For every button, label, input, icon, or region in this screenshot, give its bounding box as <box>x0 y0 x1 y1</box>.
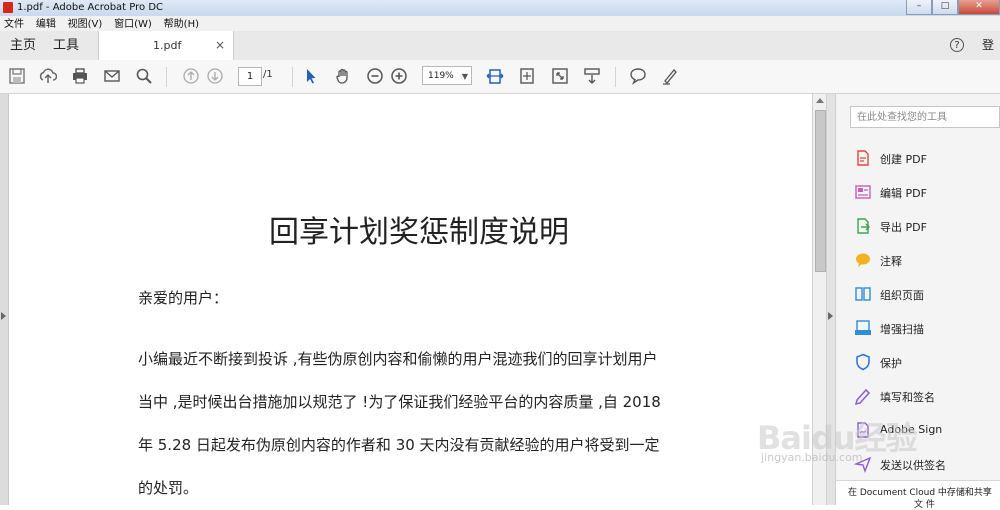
main-toolbar <box>0 60 1000 94</box>
fill-sign-icon <box>854 387 872 405</box>
tool-search-input[interactable]: 在此处查找您的工具 <box>850 106 1000 128</box>
scroll-up-icon[interactable] <box>816 98 824 103</box>
scroll-thumb[interactable] <box>815 110 826 272</box>
fit-page-icon[interactable] <box>518 67 536 85</box>
document-title: 回享计划奖惩制度说明 <box>269 215 569 250</box>
paragraph-line: 小编最近不断接到投诉 ,有些伪原创内容和偷懒的用户混迹我们的回享计划用户 <box>138 350 658 368</box>
export-pdf-icon <box>854 217 872 235</box>
edit-pdf-icon <box>854 183 872 201</box>
zoom-value: 119% <box>428 71 454 81</box>
minimize-button[interactable]: – <box>906 0 932 15</box>
zoom-out-icon[interactable] <box>366 67 384 85</box>
fit-width-icon[interactable] <box>486 67 504 85</box>
chevron-down-icon: ▼ <box>461 72 468 81</box>
comment-icon[interactable] <box>629 67 647 85</box>
tool-label: 保护 <box>880 357 902 370</box>
zoom-level-select[interactable]: 119% ▼ <box>422 66 472 85</box>
tool-fill-sign[interactable]: 填写和签名 <box>854 386 1000 408</box>
home-nav[interactable]: 主页 <box>10 31 36 60</box>
tool-label: 导出 PDF <box>880 221 927 234</box>
close-tab-icon[interactable]: × <box>215 38 225 52</box>
menu-bar: 文件 编辑 视图(V) 窗口(W) 帮助(H) <box>0 16 1000 32</box>
scroll-mode-icon[interactable] <box>583 67 601 85</box>
document-tab-label: 1.pdf <box>153 39 182 52</box>
tool-protect[interactable]: 保护 <box>854 352 1000 374</box>
toolbar-separator <box>166 67 167 87</box>
tool-label: 填写和签名 <box>880 391 935 404</box>
comment-icon <box>854 251 872 269</box>
tool-label: 编辑 PDF <box>880 187 927 200</box>
window-title: 1.pdf - Adobe Acrobat Pro DC <box>17 2 164 13</box>
menu-view[interactable]: 视图(V) <box>64 17 107 32</box>
search-icon[interactable] <box>135 67 153 85</box>
page-down-icon[interactable] <box>206 67 224 85</box>
left-panel-toggle[interactable] <box>0 94 9 505</box>
save-icon[interactable] <box>8 67 26 85</box>
expand-arrow-icon <box>1 312 6 320</box>
tool-enhance-scan[interactable]: 增强扫描 <box>854 318 1000 340</box>
tool-label: 创建 PDF <box>880 153 927 166</box>
cloud-upload-icon[interactable] <box>39 67 57 85</box>
page-number-input[interactable]: 1 <box>238 67 262 86</box>
close-window-button[interactable]: ✕ <box>958 0 1000 15</box>
tools-nav[interactable]: 工具 <box>53 31 79 60</box>
help-icon[interactable]: ? <box>950 38 964 52</box>
body-paragraph: 小编最近不断接到投诉 ,有些伪原创内容和偷懒的用户混迹我们的回享计划用户 当中 … <box>138 338 713 510</box>
top-nav-bar: 主页 工具 1.pdf × ? 登录 <box>0 31 1000 81</box>
greeting-text: 亲爱的用户： <box>138 289 229 307</box>
hand-icon[interactable] <box>334 67 352 85</box>
paragraph-line: 年 5.28 日起发布伪原创内容的作者和 30 天内没有贡献经验的用户将受到一定 <box>138 436 660 454</box>
tool-comment[interactable]: 注释 <box>854 250 1000 272</box>
menu-help[interactable]: 帮助(H) <box>160 17 203 32</box>
menu-file[interactable]: 文件 <box>0 17 28 32</box>
page-up-icon[interactable] <box>182 67 200 85</box>
tool-label: 组织页面 <box>880 289 924 302</box>
tool-create-pdf[interactable]: 创建 PDF <box>854 148 1000 170</box>
cloud-banner-line2: 文 件 <box>914 500 935 510</box>
tool-organize-pages[interactable]: 组织页面 <box>854 284 1000 306</box>
tool-export-pdf[interactable]: 导出 PDF <box>854 216 1000 238</box>
document-tab[interactable]: 1.pdf × <box>98 31 234 61</box>
full-screen-icon[interactable] <box>551 67 569 85</box>
window-controls: – □ ✕ <box>906 0 1000 15</box>
highlight-pen-icon[interactable] <box>661 67 679 85</box>
zoom-in-icon[interactable] <box>390 67 408 85</box>
title-bar: 1.pdf - Adobe Acrobat Pro DC – □ ✕ <box>0 0 1000 17</box>
collapse-arrow-icon <box>828 312 833 320</box>
create-pdf-icon <box>854 149 872 167</box>
menu-edit[interactable]: 编辑 <box>32 17 60 32</box>
protect-icon <box>854 353 872 371</box>
paragraph-line: 的处罚。 <box>138 479 199 497</box>
watermark-url: jingyan.baidu.com <box>761 451 863 464</box>
select-arrow-icon[interactable] <box>302 67 320 85</box>
maximize-button[interactable]: □ <box>932 0 958 15</box>
acrobat-app-icon <box>3 2 13 13</box>
menu-window[interactable]: 窗口(W) <box>110 17 156 32</box>
tool-edit-pdf[interactable]: 编辑 PDF <box>854 182 1000 204</box>
toolbar-separator <box>615 67 616 87</box>
document-cloud-banner: 在 Document Cloud 中存储和共享 文 件 <box>836 480 1000 510</box>
toolbar-separator <box>292 67 293 87</box>
paragraph-line: 当中 ,是时候出台措施加以规范了 !为了保证我们经验平台的内容质量 ,自 201… <box>138 393 661 411</box>
print-icon[interactable] <box>71 67 89 85</box>
tool-label: 注释 <box>880 255 902 268</box>
page-total: /1 <box>263 69 273 80</box>
pdf-page: 回享计划奖惩制度说明 亲爱的用户： 小编最近不断接到投诉 ,有些伪原创内容和偷懒… <box>9 94 812 505</box>
organize-pages-icon <box>854 285 872 303</box>
tool-label: 增强扫描 <box>880 323 924 336</box>
enhance-scan-icon <box>854 319 872 337</box>
email-icon[interactable] <box>103 67 121 85</box>
baidu-watermark: Baidu经验 jingyan.baidu.com <box>757 413 957 473</box>
